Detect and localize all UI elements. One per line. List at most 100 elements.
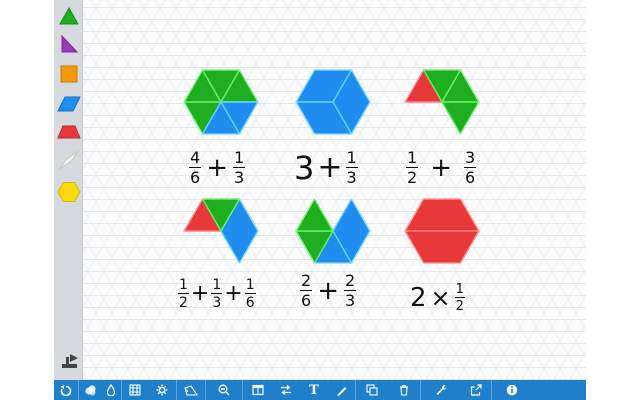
fraction: 13 bbox=[345, 148, 358, 187]
pattern-block-group-6[interactable] bbox=[404, 198, 480, 264]
fraction-numerator: 2 bbox=[300, 271, 313, 291]
fraction-numerator: 3 bbox=[463, 148, 477, 168]
pattern-block-group-1[interactable] bbox=[183, 69, 259, 135]
window-icon bbox=[252, 384, 264, 396]
text-tool-button[interactable]: T bbox=[299, 380, 329, 400]
fraction-denominator: 6 bbox=[301, 291, 312, 310]
expression-1[interactable]: 4 6 +1 3 bbox=[189, 148, 246, 187]
grid-button[interactable] bbox=[122, 380, 148, 400]
palette-hexagon[interactable] bbox=[54, 178, 83, 206]
operator: + bbox=[317, 276, 339, 306]
pattern-block-group-3[interactable] bbox=[404, 69, 480, 135]
grid-icon bbox=[129, 384, 141, 396]
rhombus-thin-icon bbox=[61, 35, 78, 53]
shape-outline-button[interactable] bbox=[177, 380, 205, 400]
fraction-numerator: 1 bbox=[211, 277, 223, 294]
fraction: 23 bbox=[343, 271, 357, 310]
fraction-denominator: 6 bbox=[190, 168, 201, 187]
operator: + bbox=[206, 153, 228, 183]
shape-palette bbox=[54, 0, 83, 380]
fraction-numerator: 1 bbox=[345, 148, 358, 168]
fraction: 46 bbox=[189, 150, 202, 187]
fill-drop-icon bbox=[106, 384, 116, 396]
fraction-numerator: 1 bbox=[454, 282, 465, 298]
zoom-out-button[interactable] bbox=[206, 380, 242, 400]
pen-icon bbox=[337, 387, 347, 396]
swap-icon bbox=[281, 385, 291, 395]
fraction-denominator: 2 bbox=[179, 295, 188, 311]
share-button[interactable] bbox=[461, 380, 491, 400]
window-button[interactable] bbox=[243, 380, 273, 400]
fraction: 12 bbox=[454, 282, 465, 314]
palette-purple-rhombus[interactable] bbox=[54, 30, 83, 58]
wrench-button[interactable] bbox=[421, 380, 461, 400]
palette-triangle[interactable] bbox=[54, 2, 83, 30]
layers-icon bbox=[85, 385, 96, 396]
expression-6[interactable]: 2 × 1 2 bbox=[410, 283, 465, 313]
shape-outline-icon bbox=[184, 385, 198, 396]
trapezoid-block[interactable] bbox=[404, 230, 480, 264]
zoom-out-icon bbox=[218, 384, 230, 396]
trash-button[interactable] bbox=[388, 380, 420, 400]
operator: × bbox=[430, 284, 451, 312]
fraction-denominator: 3 bbox=[233, 168, 245, 187]
trapezoid-icon bbox=[56, 125, 81, 139]
fraction-denominator: 3 bbox=[344, 291, 356, 310]
rhombus-icon bbox=[56, 96, 81, 112]
palette-blue-rhombus[interactable] bbox=[54, 90, 83, 118]
fraction-denominator: 3 bbox=[346, 168, 357, 187]
palette-stamp-button[interactable] bbox=[54, 347, 83, 375]
trash-icon bbox=[400, 385, 408, 396]
whole-number: 2 bbox=[410, 283, 427, 313]
palette-square[interactable] bbox=[54, 60, 83, 88]
expression-5[interactable]: 2 6 +2 3 bbox=[300, 271, 357, 310]
fraction: 13 bbox=[211, 277, 223, 310]
bottom-toolbar: T bbox=[54, 380, 586, 400]
fraction: 36 bbox=[463, 148, 477, 186]
triangle-block[interactable] bbox=[295, 198, 334, 232]
expression-2[interactable]: 3 +1 3 bbox=[294, 150, 358, 186]
pen-button[interactable] bbox=[329, 380, 355, 400]
settings-button[interactable] bbox=[148, 380, 176, 400]
pattern-block-group-2[interactable] bbox=[295, 69, 371, 135]
hexagon-icon bbox=[56, 182, 81, 202]
info-button[interactable] bbox=[492, 380, 532, 400]
fraction: 12 bbox=[178, 278, 189, 310]
triangle-icon bbox=[58, 7, 79, 25]
app-window: 4 6 +1 3 3 +1 3 1 2 +3 6 1 2 +1 3 +1 6 2 6 +2 3 2 × 1 2 bbox=[0, 0, 640, 400]
pattern-block-group-4[interactable] bbox=[183, 198, 259, 264]
duplicate-button[interactable] bbox=[356, 380, 388, 400]
fraction-denominator: 2 bbox=[455, 299, 464, 314]
palette-thin-rhombus[interactable] bbox=[54, 146, 83, 174]
fraction-denominator: 6 bbox=[245, 295, 255, 311]
palette-trapezoid[interactable] bbox=[54, 118, 83, 146]
expression-4[interactable]: 1 2 +1 3 +1 6 bbox=[178, 278, 256, 310]
square-icon bbox=[60, 65, 77, 83]
swap-button[interactable] bbox=[273, 380, 299, 400]
text-tool-icon: T bbox=[309, 382, 319, 398]
pattern-block-group-5[interactable] bbox=[295, 198, 371, 264]
pattern-blocks-svg bbox=[183, 69, 480, 264]
settings-icon bbox=[156, 384, 168, 396]
fraction-numerator: 2 bbox=[343, 271, 357, 291]
triangle-block[interactable] bbox=[441, 101, 480, 135]
fraction: 13 bbox=[232, 148, 246, 187]
info-icon bbox=[506, 384, 518, 396]
layers-button[interactable] bbox=[79, 380, 101, 400]
operator: + bbox=[190, 281, 210, 306]
fraction-numerator: 1 bbox=[406, 148, 419, 168]
refresh-button[interactable] bbox=[54, 380, 78, 400]
fraction-numerator: 1 bbox=[178, 277, 189, 294]
trapezoid-block[interactable] bbox=[404, 198, 480, 232]
refresh-icon bbox=[60, 385, 72, 396]
operator: + bbox=[224, 281, 243, 306]
thin-rhombus-icon bbox=[59, 150, 78, 170]
fraction-denominator: 2 bbox=[407, 168, 418, 187]
fraction-numerator: 1 bbox=[232, 148, 246, 168]
share-icon bbox=[470, 384, 482, 396]
operator: + bbox=[317, 150, 343, 185]
fill-drop-button[interactable] bbox=[101, 380, 121, 400]
operator: + bbox=[430, 153, 452, 183]
fraction-numerator: 1 bbox=[244, 277, 256, 294]
expression-3[interactable]: 1 2 +3 6 bbox=[406, 148, 477, 187]
